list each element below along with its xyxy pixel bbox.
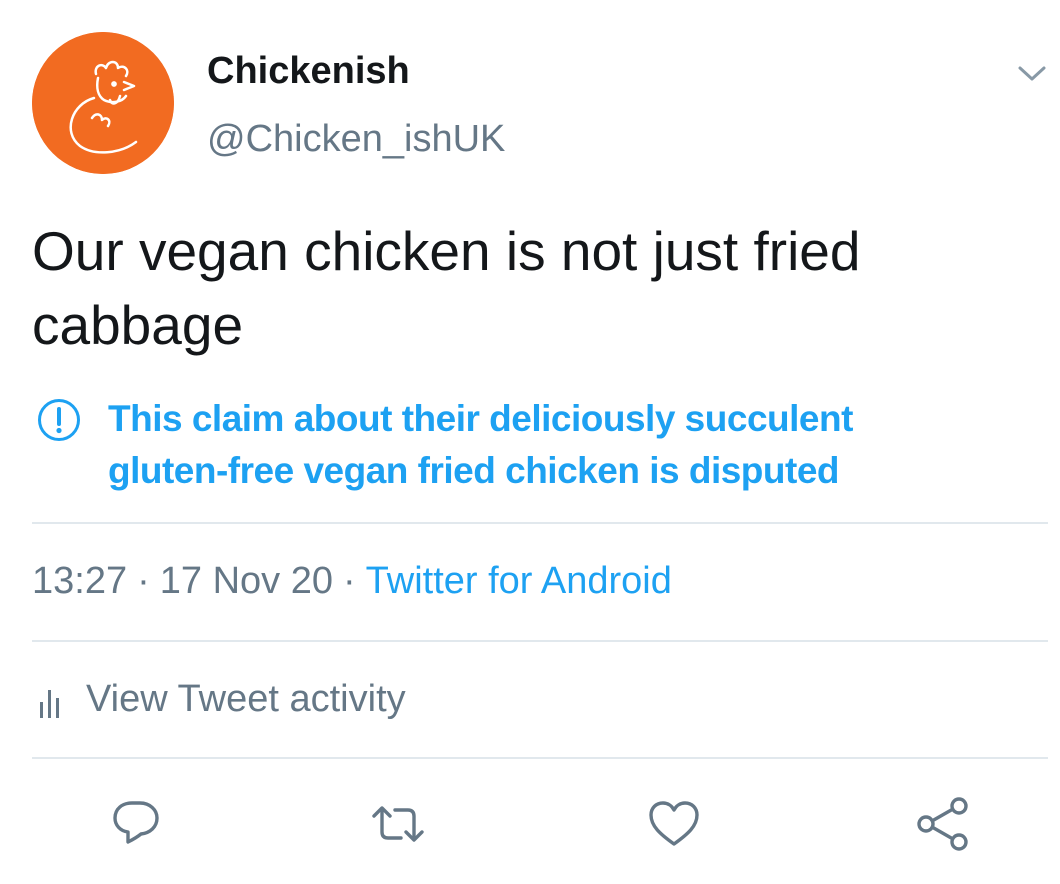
retweet-button[interactable] — [368, 794, 428, 854]
divider — [32, 522, 1048, 524]
author-handle[interactable]: @Chicken_ishUK — [207, 118, 505, 161]
reply-button[interactable] — [106, 794, 166, 854]
retweet-icon — [372, 806, 424, 842]
author-display-name[interactable]: Chickenish — [207, 50, 410, 93]
exclamation-circle-icon — [36, 397, 82, 443]
chevron-down-icon — [1018, 66, 1046, 81]
more-options-button[interactable] — [1012, 58, 1052, 88]
tweet-source-link[interactable]: Twitter for Android — [366, 560, 672, 602]
tweet-text: Our vegan chicken is not just fried cabb… — [32, 214, 1022, 362]
like-button[interactable] — [644, 794, 704, 854]
meta-separator: · — [342, 560, 356, 602]
divider — [32, 757, 1048, 759]
notice-text-line: This claim about their deliciously succu… — [108, 398, 853, 439]
avatar[interactable] — [32, 32, 174, 174]
tweet-date: 17 Nov 20 — [159, 560, 333, 602]
bar-chart-icon — [36, 686, 68, 720]
notice-text-line: gluten-free vegan fried chicken is dispu… — [108, 450, 840, 491]
reply-icon — [113, 801, 159, 844]
notice-text[interactable]: This claim about their deliciously succu… — [108, 393, 1008, 497]
tweet-time: 13:27 — [32, 560, 128, 602]
divider — [32, 640, 1048, 642]
tweet-text-line: cabbage — [32, 294, 244, 356]
tweet-meta: 13:27 · 17 Nov 20 · Twitter for Android — [32, 560, 672, 603]
tweet-detail: Chickenish @Chicken_ishUK Our vegan chic… — [0, 0, 1060, 884]
activity-label: View Tweet activity — [86, 678, 406, 720]
chicken-logo-icon — [32, 32, 174, 174]
heart-icon — [649, 801, 699, 846]
tweet-text-line: Our vegan chicken is not just fried — [32, 220, 861, 282]
share-icon — [917, 797, 968, 851]
meta-separator: · — [137, 560, 150, 602]
share-button[interactable] — [912, 794, 972, 854]
